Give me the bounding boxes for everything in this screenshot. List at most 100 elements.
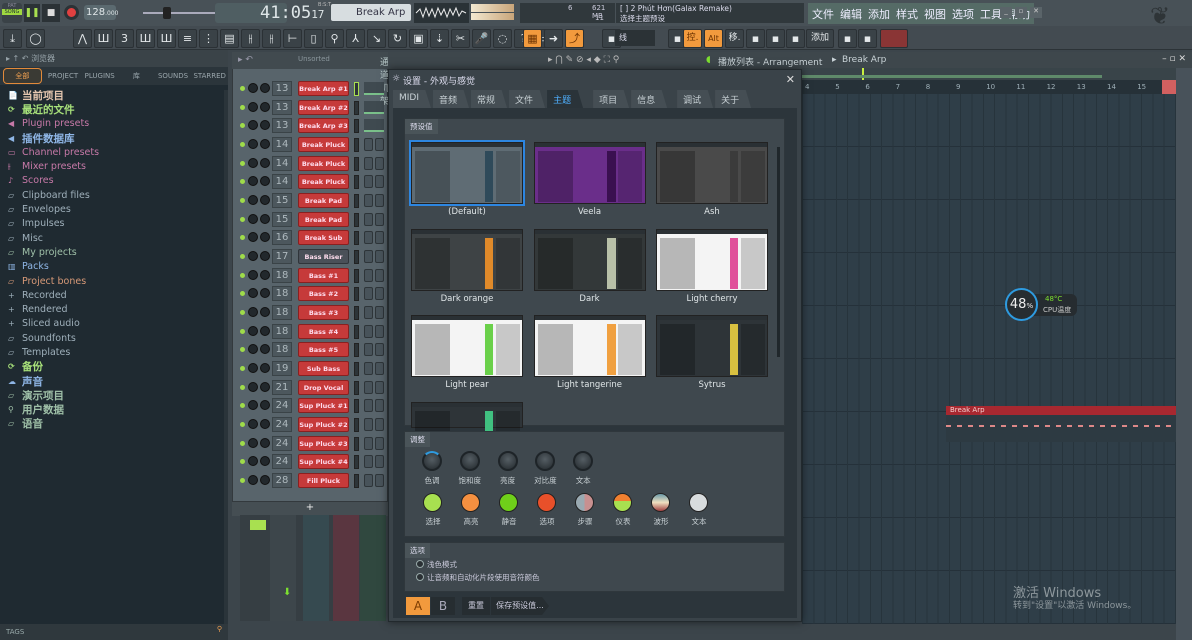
- select-indicator[interactable]: [354, 250, 359, 265]
- theme-preset-thumbnail[interactable]: [411, 228, 523, 291]
- step-buttons[interactable]: [364, 268, 384, 282]
- select-indicator[interactable]: [354, 455, 359, 470]
- channel-button[interactable]: Break Pad #1: [298, 193, 349, 219]
- volume-knob[interactable]: [260, 381, 270, 392]
- chat-icon[interactable]: ◌: [493, 29, 512, 48]
- clip-notes[interactable]: [946, 415, 1176, 442]
- step-buttons[interactable]: [364, 362, 384, 376]
- browser-item[interactable]: ▱ 语音: [8, 417, 224, 431]
- volume-knob[interactable]: [260, 325, 270, 336]
- theme-preset-label[interactable]: Light tangerine: [534, 380, 646, 390]
- theme-preset-label[interactable]: Ash: [656, 207, 768, 217]
- volume-knob[interactable]: [260, 213, 270, 224]
- menu-item[interactable]: 添加: [868, 6, 890, 22]
- volume-knob[interactable]: [260, 400, 270, 411]
- mute-led[interactable]: [240, 328, 245, 334]
- metronome-icon[interactable]: ⋀: [73, 29, 92, 48]
- master-volume-handle[interactable]: [163, 7, 171, 19]
- select-indicator[interactable]: [354, 306, 359, 321]
- channel-button[interactable]: Break Pluck #2: [298, 155, 349, 182]
- mixer-selector[interactable]: [250, 520, 266, 530]
- settings-tab[interactable]: 常规: [471, 90, 508, 108]
- mixer-track[interactable]: [270, 515, 296, 621]
- snap-selector[interactable]: 线: [615, 30, 655, 46]
- mute-led[interactable]: [240, 179, 245, 185]
- menu-item[interactable]: 编辑: [840, 6, 862, 22]
- channel-button[interactable]: Bass #5: [298, 342, 349, 358]
- playlist-grid[interactable]: [802, 94, 1176, 624]
- pan-knob[interactable]: [248, 213, 258, 224]
- mute-led[interactable]: [240, 478, 245, 484]
- mixer-track-number[interactable]: 18: [272, 342, 292, 358]
- channel-button[interactable]: Drop Vocal: [298, 379, 349, 395]
- select-indicator[interactable]: [354, 100, 359, 115]
- settings-tab[interactable]: 音频: [433, 90, 470, 108]
- mute-led[interactable]: [240, 142, 245, 147]
- menu-item[interactable]: 工具: [980, 6, 1002, 22]
- step-buttons[interactable]: [364, 156, 384, 170]
- theme-preset-label[interactable]: Sytrus: [656, 380, 768, 390]
- pan-knob[interactable]: [248, 251, 258, 262]
- mixer-track[interactable]: [333, 515, 359, 621]
- mixer-track-number[interactable]: 18: [272, 305, 292, 321]
- step-buttons[interactable]: [364, 418, 384, 432]
- theme-a-button[interactable]: A: [406, 597, 430, 615]
- volume-knob[interactable]: [260, 288, 270, 299]
- settings-tab[interactable]: 信息: [631, 90, 668, 108]
- color-swatch[interactable]: [689, 493, 708, 512]
- flag-icon[interactable]: [880, 29, 908, 48]
- mute-led[interactable]: [240, 366, 245, 372]
- channel-button[interactable]: Bass #3: [298, 305, 349, 321]
- recording-icon[interactable]: ≡: [178, 29, 197, 48]
- mixer-track-number[interactable]: 18: [272, 267, 292, 283]
- settings-tab[interactable]: 项目: [593, 90, 630, 108]
- record-button[interactable]: [64, 5, 79, 20]
- theme-preset-thumbnail[interactable]: [533, 315, 646, 377]
- mixer-track-number[interactable]: 15: [272, 193, 292, 209]
- wait-icon[interactable]: Ш: [94, 29, 113, 48]
- pan-knob[interactable]: [248, 363, 258, 374]
- mixer-icon[interactable]: ⫲: [262, 29, 281, 48]
- select-indicator[interactable]: [354, 212, 359, 227]
- typing-keyboard-icon[interactable]: ▦: [523, 29, 542, 48]
- mixer-track-number[interactable]: 13: [272, 99, 292, 115]
- mute-led[interactable]: [240, 216, 245, 222]
- theme-preset-thumbnail[interactable]: [409, 140, 525, 206]
- mixer-track-number[interactable]: 28: [272, 473, 292, 489]
- step-buttons[interactable]: [364, 306, 384, 320]
- volume-knob[interactable]: [260, 456, 270, 467]
- browser-item[interactable]: ▱ Envelopes: [8, 202, 224, 216]
- theme-preset-thumbnail[interactable]: [533, 142, 646, 204]
- browser-item[interactable]: ◀ Plugin presets: [8, 117, 224, 131]
- volume-knob[interactable]: [260, 419, 270, 430]
- restore-button[interactable]: ▫: [1015, 7, 1027, 18]
- volume-knob[interactable]: [260, 251, 270, 262]
- reset-button[interactable]: 重置: [462, 597, 490, 615]
- pan-knob[interactable]: [248, 475, 258, 486]
- volume-knob[interactable]: [260, 139, 270, 149]
- mixer-track-number[interactable]: 14: [272, 155, 292, 171]
- mixer-track-number[interactable]: 15: [272, 211, 292, 227]
- browser-item[interactable]: ▥ Packs: [8, 260, 224, 274]
- mixer-track-number[interactable]: 18: [272, 286, 292, 302]
- mute-led[interactable]: [240, 459, 245, 465]
- browser-tab[interactable]: 库: [118, 71, 155, 81]
- step-buttons[interactable]: [364, 231, 384, 245]
- mixer-track-number[interactable]: 13: [272, 81, 292, 96]
- mute-led[interactable]: [240, 104, 245, 110]
- browser-item[interactable]: ⫲ Mixer presets: [8, 159, 224, 173]
- pan-knob[interactable]: [248, 269, 258, 280]
- mixer-track-number[interactable]: 24: [272, 417, 292, 433]
- browser-item[interactable]: + Sliced audio: [8, 317, 224, 331]
- channel-button[interactable]: Bass #2: [298, 286, 349, 302]
- mixer-track-number[interactable]: 16: [272, 230, 292, 246]
- ctrl-button[interactable]: 控.: [683, 29, 702, 48]
- channel-button[interactable]: Break Arp #1: [298, 81, 349, 96]
- alt-button[interactable]: Alt: [704, 29, 723, 48]
- arrow-icon[interactable]: ➜: [544, 29, 563, 48]
- playlist-icon[interactable]: ⋮: [199, 29, 218, 48]
- save-icon[interactable]: ▣: [409, 29, 428, 48]
- step-buttons[interactable]: [364, 82, 384, 95]
- pan-knob[interactable]: [248, 381, 258, 392]
- channel-button[interactable]: Bass #4: [298, 323, 349, 339]
